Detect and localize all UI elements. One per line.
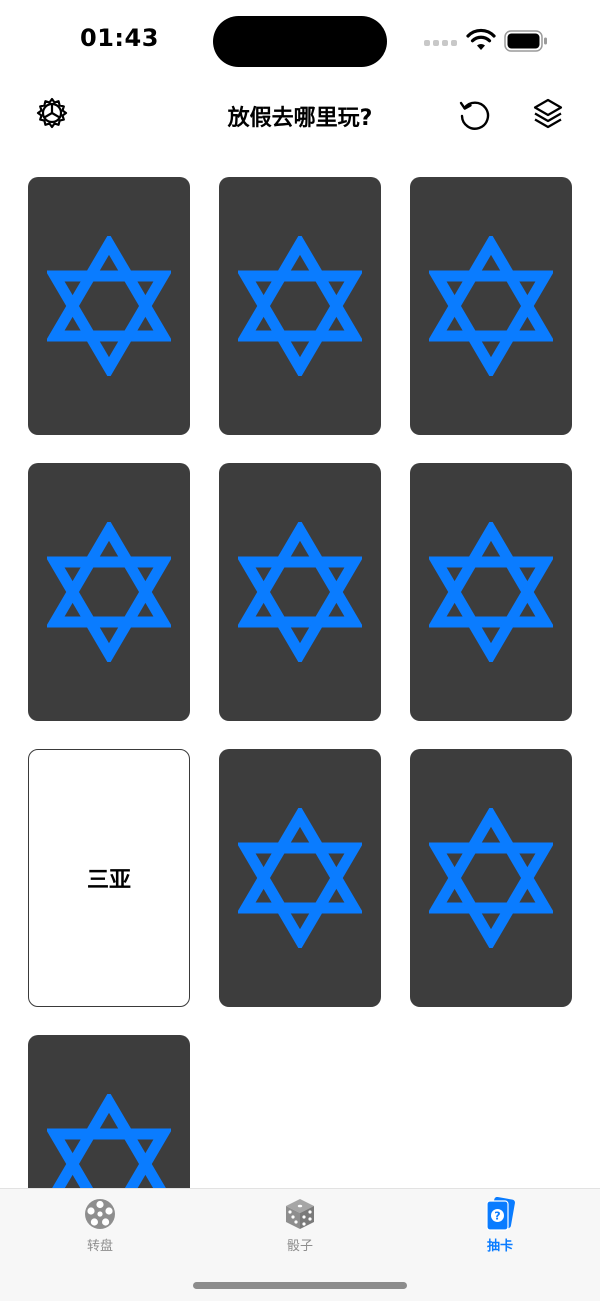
cellular-signal-icon — [424, 40, 457, 46]
home-indicator — [193, 1282, 407, 1289]
card-back[interactable] — [219, 749, 381, 1007]
page-title: 放假去哪里玩? — [227, 106, 373, 131]
star-of-david-icon — [238, 808, 362, 948]
battery-icon — [504, 30, 547, 52]
card-back[interactable] — [410, 749, 572, 1007]
card-back[interactable] — [219, 177, 381, 435]
tab-wheel[interactable]: 转盘 — [40, 1197, 160, 1257]
reset-button[interactable] — [452, 92, 496, 136]
refresh-icon — [459, 101, 490, 130]
star-of-david-icon — [47, 236, 171, 376]
star-of-david-icon — [47, 1094, 171, 1188]
star-of-david-icon — [238, 236, 362, 376]
card-back[interactable] — [28, 177, 190, 435]
card-revealed[interactable]: 三亚 — [28, 749, 190, 1007]
star-of-david-icon — [429, 808, 553, 948]
dice-icon — [286, 1199, 314, 1229]
tab-label: 抽卡 — [486, 1239, 513, 1254]
star-of-david-icon — [47, 522, 171, 662]
card-back[interactable] — [219, 463, 381, 721]
status-time: 01:43 — [80, 24, 159, 52]
tab-card-draw[interactable]: ? 抽卡 — [440, 1197, 560, 1257]
svg-text:?: ? — [494, 1210, 500, 1223]
dynamic-island — [213, 16, 387, 67]
card-back[interactable] — [28, 1035, 190, 1188]
card-back[interactable] — [410, 463, 572, 721]
card-back[interactable] — [28, 463, 190, 721]
layers-icon — [533, 98, 563, 129]
wifi-icon — [466, 28, 496, 50]
star-of-david-icon — [429, 236, 553, 376]
card-label: 三亚 — [86, 868, 131, 893]
tab-label: 转盘 — [86, 1239, 113, 1254]
star-of-david-icon — [429, 522, 553, 662]
card-grid: 三亚 — [28, 177, 572, 1188]
tab-label: 骰子 — [286, 1239, 313, 1254]
tab-dice[interactable]: 骰子 — [240, 1197, 360, 1257]
card-pool-button[interactable] — [526, 92, 570, 136]
card-draw-icon: ? — [486, 1197, 515, 1231]
wheel-icon — [85, 1199, 115, 1229]
card-back[interactable] — [410, 177, 572, 435]
star-of-david-icon — [238, 522, 362, 662]
